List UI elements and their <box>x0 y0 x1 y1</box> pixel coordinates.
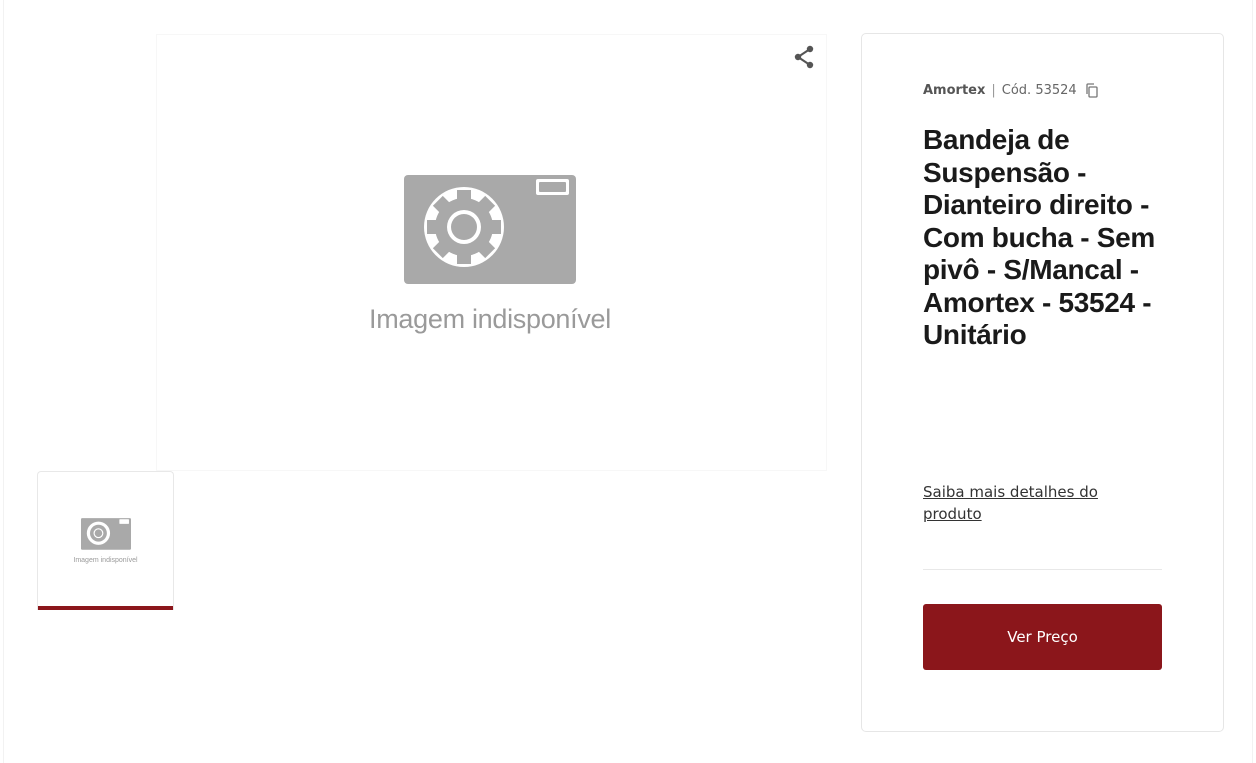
thumbnail-active-indicator <box>38 606 173 610</box>
thumbnail-image[interactable]: Imagem indisponível <box>37 471 174 610</box>
share-icon <box>793 45 815 73</box>
copy-icon[interactable] <box>1085 83 1099 98</box>
see-price-button[interactable]: Ver Preço <box>923 604 1162 670</box>
share-button[interactable] <box>790 45 818 73</box>
product-title: Bandeja de Suspensão - Dianteiro direito… <box>923 124 1155 350</box>
product-details-link[interactable]: Saiba mais detalhes do produto <box>923 481 1133 525</box>
divider <box>923 569 1162 570</box>
thumbnail-unavailable-text: Imagem indisponível <box>73 557 138 564</box>
camera-icon <box>340 172 640 284</box>
product-code: Cód. 53524 <box>1001 83 1077 98</box>
brand-name[interactable]: Amortex <box>923 83 985 98</box>
camera-icon <box>81 517 131 554</box>
image-placeholder: Imagem indisponível <box>340 172 640 352</box>
product-info-card: Amortex | Cód. 53524 Bandeja de Suspensã… <box>861 33 1224 732</box>
brand-code-line: Amortex | Cód. 53524 <box>923 83 1099 98</box>
brand-separator: | <box>991 83 996 98</box>
image-unavailable-text: Imagem indisponível <box>369 304 611 334</box>
